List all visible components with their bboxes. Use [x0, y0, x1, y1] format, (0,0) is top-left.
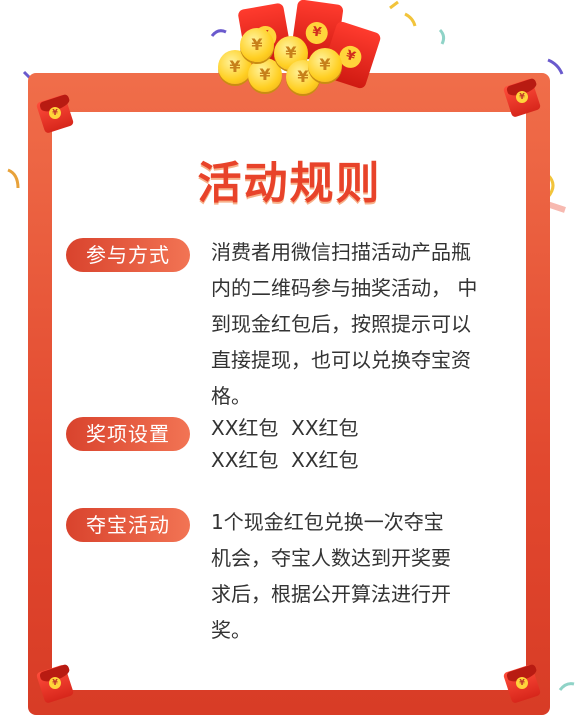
- page-title: 活动规则: [197, 158, 382, 209]
- red-envelope-icon: ¥: [502, 663, 542, 704]
- coin-icon: ¥: [308, 48, 342, 82]
- treasure-activity-tag: 夺宝活动: [66, 508, 190, 542]
- red-envelope-icon: ¥: [35, 663, 75, 704]
- coin-pile-decoration: ¥ ¥ ¥ ¥ ¥ ¥ ¥ ¥ ¥: [204, 0, 382, 94]
- coin-icon: ¥: [240, 28, 274, 62]
- text-line: 求后，根据公开算法进行开: [211, 582, 451, 606]
- text-line: 机会，夺宝人数达到开奖要: [211, 546, 451, 570]
- text-line: XX红包 XX红包: [211, 416, 359, 440]
- red-envelope-icon: ¥: [35, 93, 75, 134]
- prize-setting-tag: 奖项设置: [66, 417, 190, 451]
- prize-setting-text: XX红包 XX红包 XX红包 XX红包: [211, 412, 511, 476]
- red-envelope-icon: ¥: [502, 77, 542, 118]
- text-line: 内的二维码参与抽奖活动， 中: [211, 276, 478, 300]
- text-line: 奖。: [211, 618, 251, 642]
- participation-tag: 参与方式: [66, 238, 190, 272]
- text-line: 直接提现，也可以兑换夺宝资: [211, 348, 471, 372]
- text-line: XX红包 XX红包: [211, 448, 359, 472]
- text-line: 格。: [211, 384, 251, 408]
- text-line: 到现金红包后，按照提示可以: [211, 312, 471, 336]
- text-line: 1个现金红包兑换一次夺宝: [211, 510, 444, 534]
- treasure-activity-text: 1个现金红包兑换一次夺宝 机会，夺宝人数达到开奖要 求后，根据公开算法进行开 奖…: [211, 504, 511, 648]
- participation-text: 消费者用微信扫描活动产品瓶 内的二维码参与抽奖活动， 中 到现金红包后，按照提示…: [211, 234, 511, 414]
- text-line: 消费者用微信扫描活动产品瓶: [211, 240, 471, 264]
